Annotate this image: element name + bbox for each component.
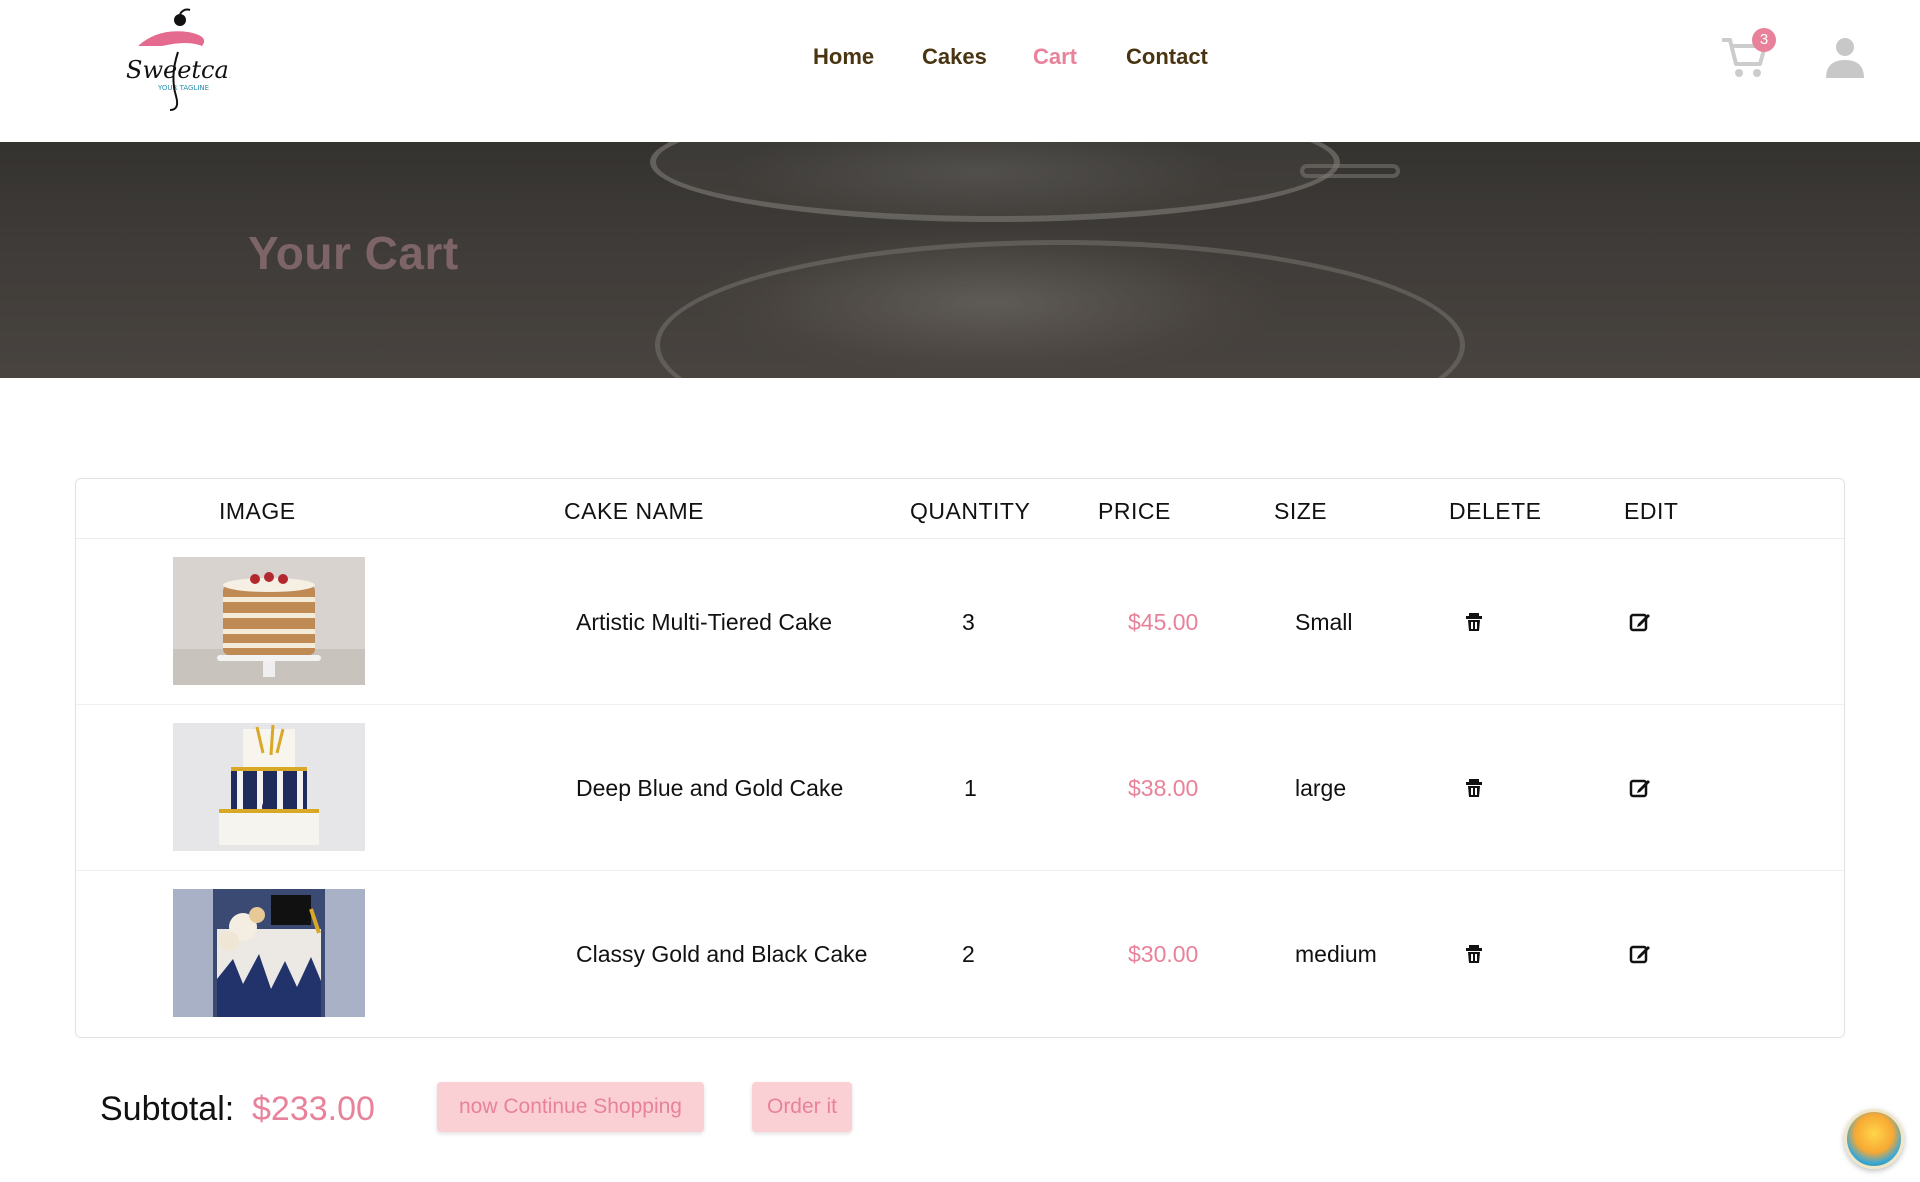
cake-size: medium: [1295, 941, 1377, 967]
main-nav: Home Cakes Cart Contact: [0, 44, 1920, 74]
cake-quantity: 1: [964, 775, 977, 801]
hero-banner: Your Cart: [0, 142, 1920, 378]
cart-count-badge: 3: [1752, 28, 1776, 52]
cake-thumbnail: [173, 889, 365, 1017]
cake-name: Classy Gold and Black Cake: [576, 941, 868, 967]
nav-cakes[interactable]: Cakes: [922, 44, 987, 70]
cake-price: $45.00: [1128, 609, 1199, 635]
subtotal-value: $233.00: [252, 1090, 375, 1128]
cake-quantity: 3: [962, 609, 975, 635]
table-row: Classy Gold and Black Cake 2 $30.00 medi…: [76, 871, 1844, 1037]
edit-icon[interactable]: [1629, 943, 1651, 965]
cake-size: large: [1295, 775, 1347, 801]
nav-cart[interactable]: Cart: [1033, 44, 1077, 70]
nav-contact[interactable]: Contact: [1126, 44, 1208, 70]
continue-shopping-button[interactable]: now Continue Shopping: [437, 1082, 704, 1132]
table-row: Deep Blue and Gold Cake 1 $38.00 large: [76, 705, 1844, 871]
edit-icon[interactable]: [1629, 777, 1651, 799]
cake-price: $30.00: [1128, 941, 1199, 967]
cake-size: Small: [1295, 609, 1353, 635]
cake-name: Artistic Multi-Tiered Cake: [576, 609, 833, 635]
cake-thumbnail: [173, 557, 365, 685]
header-price: PRICE: [1098, 498, 1171, 524]
cart-table: IMAGE CAKE NAME QUANTITY PRICE SIZE DELE…: [75, 478, 1845, 1038]
table-header: IMAGE CAKE NAME QUANTITY PRICE SIZE DELE…: [76, 479, 1844, 539]
cake-quantity: 2: [962, 941, 975, 967]
header-cake-name: CAKE NAME: [564, 498, 704, 524]
trash-icon[interactable]: [1463, 777, 1485, 799]
order-button[interactable]: Order it: [752, 1082, 852, 1132]
header-image: IMAGE: [219, 498, 296, 524]
header-delete: DELETE: [1449, 498, 1542, 524]
page-title: Your Cart: [248, 227, 459, 279]
header-quantity: QUANTITY: [910, 498, 1031, 524]
cake-thumbnail: [173, 723, 365, 851]
nav-home[interactable]: Home: [813, 44, 874, 70]
site-header: Sweetcake YOUR TAGLINE Home Cakes Cart C…: [0, 0, 1920, 142]
user-icon[interactable]: [1822, 34, 1868, 82]
cake-price: $38.00: [1128, 775, 1199, 801]
floating-widget-icon[interactable]: [1844, 1109, 1904, 1169]
header-size: SIZE: [1274, 498, 1328, 524]
trash-icon[interactable]: [1463, 943, 1485, 965]
trash-icon[interactable]: [1463, 611, 1485, 633]
cake-name: Deep Blue and Gold Cake: [576, 775, 844, 801]
subtotal-label: Subtotal:: [100, 1090, 235, 1128]
header-edit: EDIT: [1624, 498, 1679, 524]
svg-text:YOUR TAGLINE: YOUR TAGLINE: [157, 84, 209, 92]
table-row: Artistic Multi-Tiered Cake 3 $45.00 Smal…: [76, 539, 1844, 705]
edit-icon[interactable]: [1629, 611, 1651, 633]
